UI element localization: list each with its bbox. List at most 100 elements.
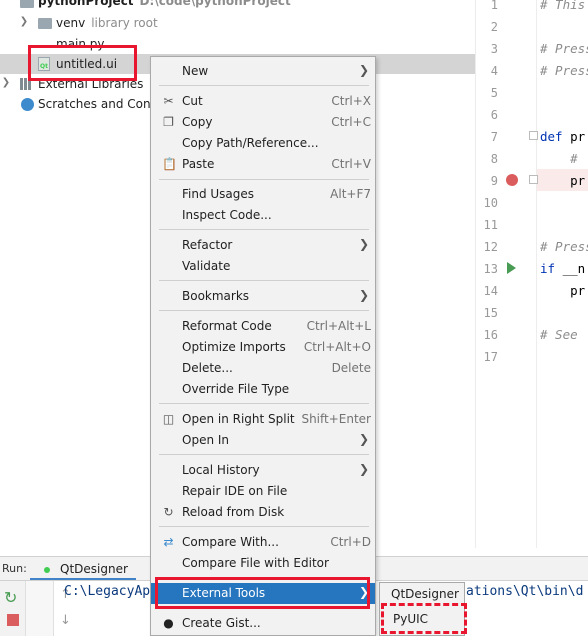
menu-shortcut: Shift+Enter xyxy=(301,412,371,426)
code-editor[interactable]: 1 2 3 4 5 6 7 8 9 10 11 12 13 14 15 16 1… xyxy=(475,0,588,548)
line-number: 8 xyxy=(490,152,498,166)
reload-icon: ↻ xyxy=(163,505,174,519)
menu-label: Paste xyxy=(182,157,215,171)
tree-row-root[interactable]: pythonProject D:\code\pythonProject xyxy=(0,0,475,12)
gutter-divider xyxy=(536,0,537,548)
root-name: pythonProject xyxy=(38,0,134,8)
split-view-icon: ◫ xyxy=(162,412,175,426)
menu-item-delete[interactable]: Delete... Delete xyxy=(151,358,375,379)
code-line: def pr xyxy=(540,129,585,144)
line-number: 4 xyxy=(490,64,498,78)
run-label: Run: xyxy=(2,562,27,575)
menu-item-inspect-code[interactable]: Inspect Code... xyxy=(151,205,375,226)
menu-item-validate[interactable]: Validate xyxy=(151,256,375,277)
menu-item-create-gist[interactable]: ● Create Gist... xyxy=(151,613,375,634)
menu-item-cut[interactable]: ✂ Cut Ctrl+X xyxy=(151,91,375,112)
rerun-icon[interactable]: ↻ xyxy=(4,588,17,607)
breakpoint-icon[interactable] xyxy=(506,174,518,186)
menu-label: Compare File with Editor xyxy=(182,556,329,570)
menu-separator xyxy=(159,310,369,311)
code-text: pr xyxy=(562,129,586,144)
scratches-icon xyxy=(21,98,34,111)
menu-item-reload-from-disk[interactable]: ↻ Reload from Disk xyxy=(151,502,375,523)
scissors-icon: ✂ xyxy=(163,94,174,108)
console-output: C:\LegacyAp xyxy=(64,584,151,599)
stop-icon[interactable] xyxy=(7,614,19,626)
submenu-group-label: QtDesigner xyxy=(391,587,459,601)
menu-separator xyxy=(159,85,369,86)
menu-item-refactor[interactable]: Refactor ❯ xyxy=(151,235,375,256)
code-text: __n xyxy=(555,261,586,276)
menu-item-optimize-imports[interactable]: Optimize Imports Ctrl+Alt+O xyxy=(151,337,375,358)
code-line: # Press xyxy=(540,239,588,254)
menu-label: Bookmarks xyxy=(182,289,250,303)
menu-label: Find Usages xyxy=(182,187,255,201)
menu-separator xyxy=(159,526,369,527)
menu-separator xyxy=(159,229,369,230)
tree-root-label: pythonProject D:\code\pythonProject xyxy=(38,0,291,8)
line-number: 14 xyxy=(483,284,498,298)
menu-item-compare-editor[interactable]: Compare File with Editor xyxy=(151,553,375,574)
menu-label: Create Gist... xyxy=(182,616,261,630)
chevron-right-icon[interactable]: ❯ xyxy=(1,77,11,88)
code-line: if __n xyxy=(540,261,585,276)
menu-item-find-usages[interactable]: Find Usages Alt+F7 xyxy=(151,184,375,205)
menu-item-paste[interactable]: 📋 Paste Ctrl+V xyxy=(151,154,375,175)
fold-marker-icon[interactable] xyxy=(529,131,538,140)
line-number: 1 xyxy=(490,0,498,12)
menu-item-bookmarks[interactable]: Bookmarks ❯ xyxy=(151,286,375,307)
run-tab-qtdesigner[interactable]: QtDesigner xyxy=(30,557,136,581)
menu-item-open-in[interactable]: Open In ❯ xyxy=(151,430,375,451)
run-arrow-icon[interactable] xyxy=(507,262,516,274)
menu-item-copy-path[interactable]: Copy Path/Reference... xyxy=(151,133,375,154)
code-line: pr xyxy=(540,173,586,188)
root-path: D:\code\pythonProject xyxy=(139,0,291,8)
submenu-arrow-icon: ❯ xyxy=(358,288,369,302)
fold-marker-icon[interactable] xyxy=(529,175,538,184)
clipboard-icon: 📋 xyxy=(162,157,177,171)
menu-item-override-file-type[interactable]: Override File Type xyxy=(151,379,375,400)
menu-item-open-right-split[interactable]: ◫ Open in Right Split Shift+Enter xyxy=(151,409,375,430)
line-number: 7 xyxy=(490,130,498,144)
menu-label: Compare With... xyxy=(182,535,279,549)
menu-item-copy[interactable]: ❐ Copy Ctrl+C xyxy=(151,112,375,133)
menu-item-compare-with[interactable]: ⇄ Compare With... Ctrl+D xyxy=(151,532,375,553)
menu-label: Cut xyxy=(182,94,203,108)
menu-item-repair-ide[interactable]: Repair IDE on File xyxy=(151,481,375,502)
submenu-arrow-icon: ❯ xyxy=(358,63,369,77)
copy-icon: ❐ xyxy=(163,115,174,129)
menu-separator xyxy=(159,403,369,404)
code-line: # This xyxy=(540,0,586,12)
menu-separator xyxy=(159,454,369,455)
menu-label: Copy xyxy=(182,115,213,129)
code-line: # Press xyxy=(540,63,588,78)
menu-label: Reformat Code xyxy=(182,319,272,333)
code-line: # Press xyxy=(540,41,588,56)
tree-row-venv[interactable]: ❯ venv library root xyxy=(0,13,475,33)
menu-item-reformat-code[interactable]: Reformat Code Ctrl+Alt+L xyxy=(151,316,375,337)
run-toolbar-secondary: ↑ ↓ xyxy=(26,581,71,636)
line-number: 15 xyxy=(483,306,498,320)
menu-label: Delete... xyxy=(182,361,233,375)
code-keyword: if xyxy=(540,261,556,276)
menu-label: Validate xyxy=(182,259,231,273)
chevron-right-icon[interactable]: ❯ xyxy=(19,16,29,27)
line-number: 13 xyxy=(483,262,498,276)
code-line: pr xyxy=(540,283,586,298)
submenu-arrow-icon: ❯ xyxy=(358,432,369,446)
menu-label: Open in Right Split xyxy=(182,412,295,426)
menu-item-new[interactable]: New ❯ xyxy=(151,61,375,82)
run-toolbar: ↻ xyxy=(0,581,26,636)
menu-shortcut: Alt+F7 xyxy=(330,187,371,201)
context-menu: New ❯ ✂ Cut Ctrl+X ❐ Copy Ctrl+C Copy Pa… xyxy=(150,56,376,636)
code-line: # xyxy=(540,151,578,166)
scroll-down-icon[interactable]: ↓ xyxy=(60,613,71,628)
github-icon: ● xyxy=(163,616,174,630)
menu-shortcut: Ctrl+V xyxy=(331,157,371,171)
annotation-box-pyuic xyxy=(381,603,467,634)
line-number: 5 xyxy=(490,86,498,100)
line-number: 16 xyxy=(483,328,498,342)
menu-item-local-history[interactable]: Local History ❯ xyxy=(151,460,375,481)
menu-label: Override File Type xyxy=(182,382,290,396)
submenu-arrow-icon: ❯ xyxy=(358,462,369,476)
